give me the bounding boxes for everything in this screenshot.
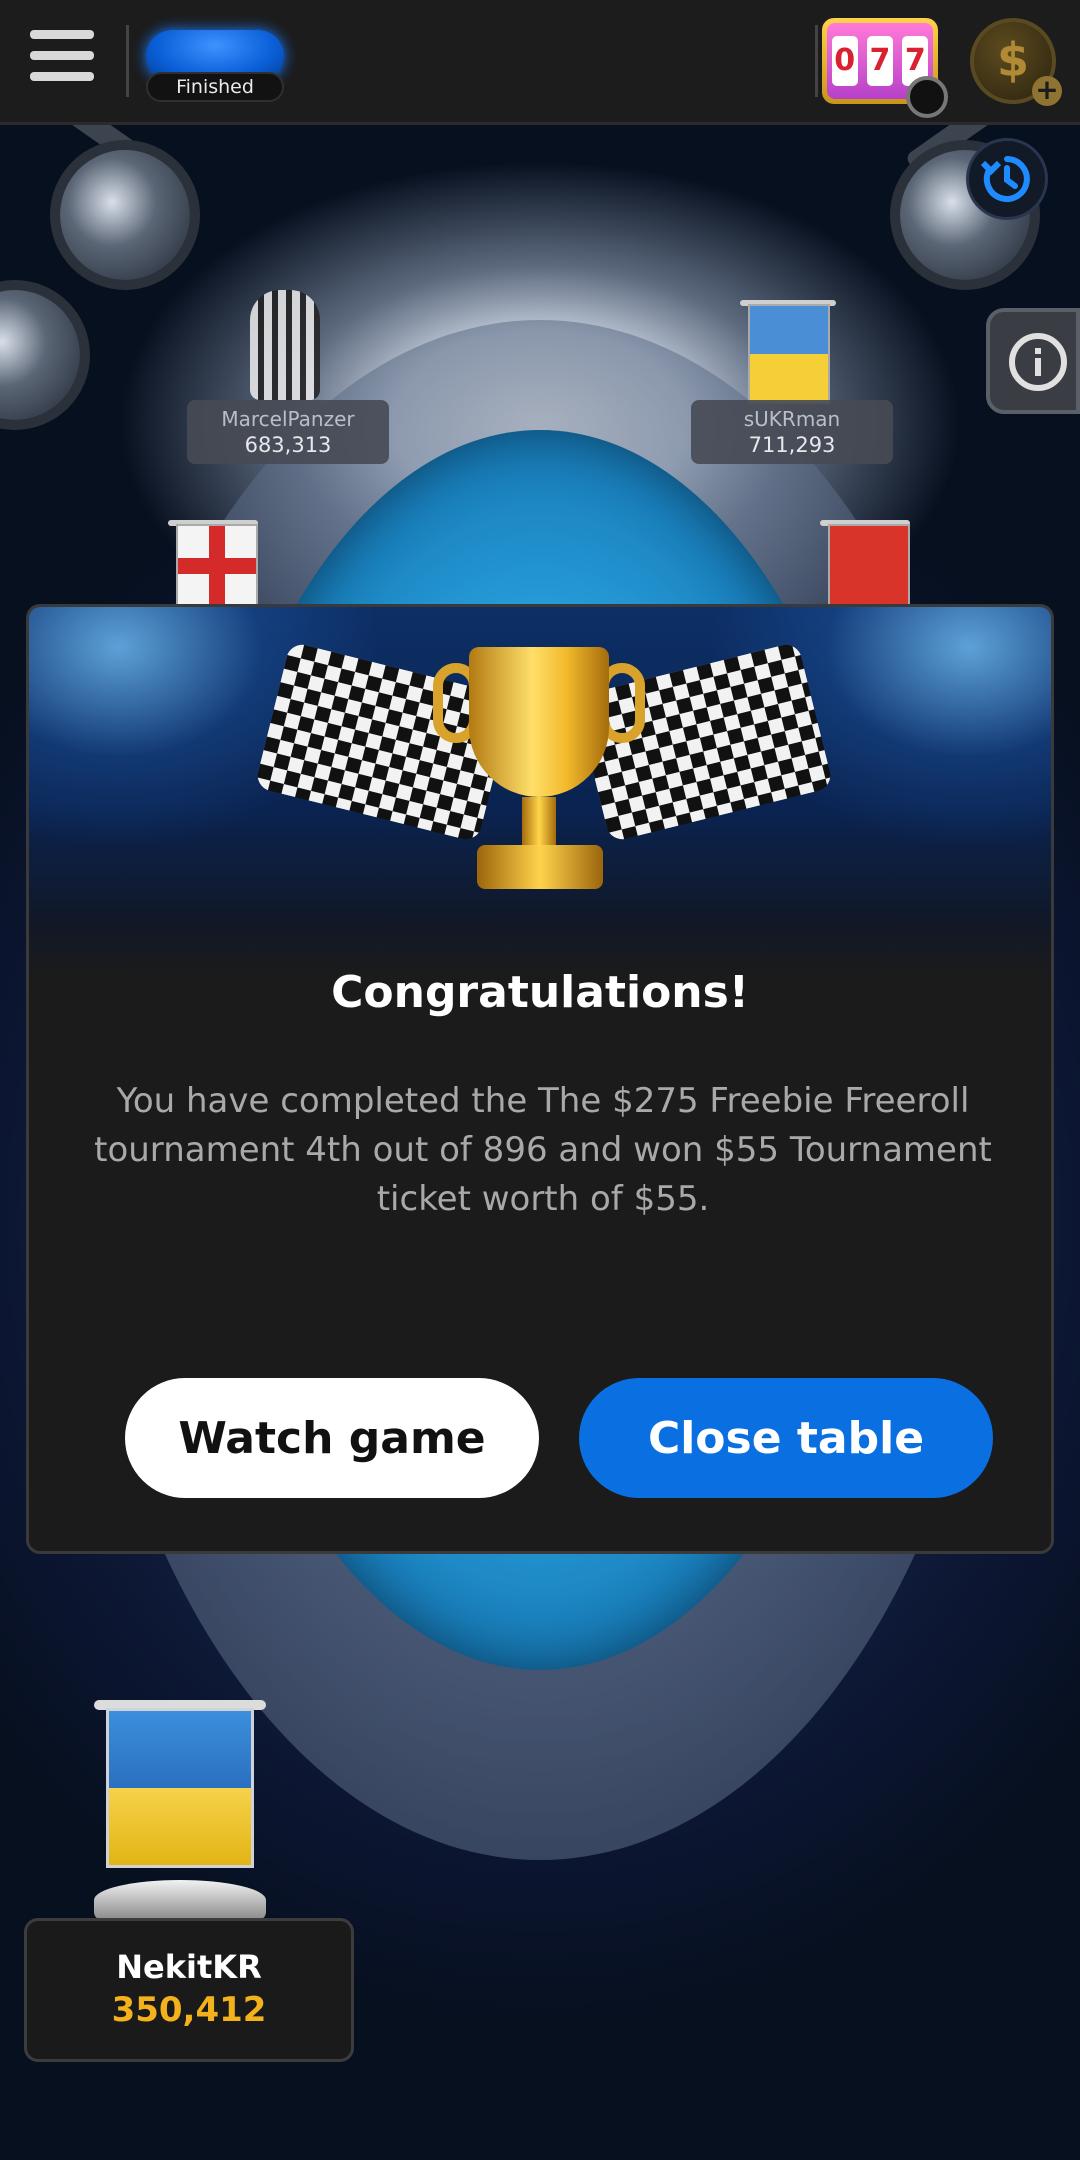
- divider: [126, 25, 129, 97]
- info-button[interactable]: [986, 308, 1080, 414]
- history-icon: [980, 156, 1030, 202]
- player-seat-2[interactable]: sUKRman 711,293: [691, 400, 893, 464]
- watch-game-button[interactable]: Watch game: [125, 1378, 539, 1498]
- slot-machine-icon[interactable]: 077: [822, 18, 948, 118]
- player-name: MarcelPanzer: [221, 407, 355, 431]
- trophy-icon: [469, 647, 609, 797]
- england-flag-icon: [176, 524, 258, 608]
- close-table-button[interactable]: Close table: [579, 1378, 993, 1498]
- player-seat-1[interactable]: MarcelPanzer 683,313: [187, 400, 389, 464]
- ukraine-flag-icon: [106, 1708, 254, 1868]
- divider: [815, 25, 818, 97]
- menu-icon[interactable]: [30, 30, 94, 88]
- status-label: Finished: [146, 72, 284, 102]
- player-name: sUKRman: [743, 407, 841, 431]
- spotlight-icon: [60, 150, 190, 280]
- slot-badge-icon: [906, 76, 948, 118]
- player-chips: 711,293: [748, 433, 836, 457]
- hero-chips: 350,412: [111, 1990, 267, 2030]
- dialog-message: You have completed the The $275 Freebie …: [94, 1081, 992, 1219]
- info-icon: [1009, 333, 1067, 391]
- zebra-avatar: [250, 290, 320, 400]
- trophy-stem: [522, 797, 556, 847]
- dialog-title: Congratulations!: [331, 967, 749, 1018]
- coin-plus-icon[interactable]: $ +: [970, 18, 1062, 106]
- ukraine-flag-icon: [748, 304, 830, 404]
- tournament-result-dialog: Congratulations! You have completed the …: [26, 604, 1054, 1554]
- player-chips: 683,313: [244, 433, 332, 457]
- hero-seat[interactable]: NekitKR 350,412: [24, 1918, 354, 2062]
- hand-history-button[interactable]: [966, 138, 1048, 220]
- trophy-banner: [29, 607, 1051, 977]
- china-flag-icon: [828, 524, 910, 608]
- flag-stand: [94, 1880, 266, 1920]
- tournament-status: Finished: [142, 28, 288, 104]
- top-bar: Finished 077 $ +: [0, 0, 1080, 125]
- hero-name: NekitKR: [116, 1948, 262, 1986]
- trophy-base: [477, 845, 603, 889]
